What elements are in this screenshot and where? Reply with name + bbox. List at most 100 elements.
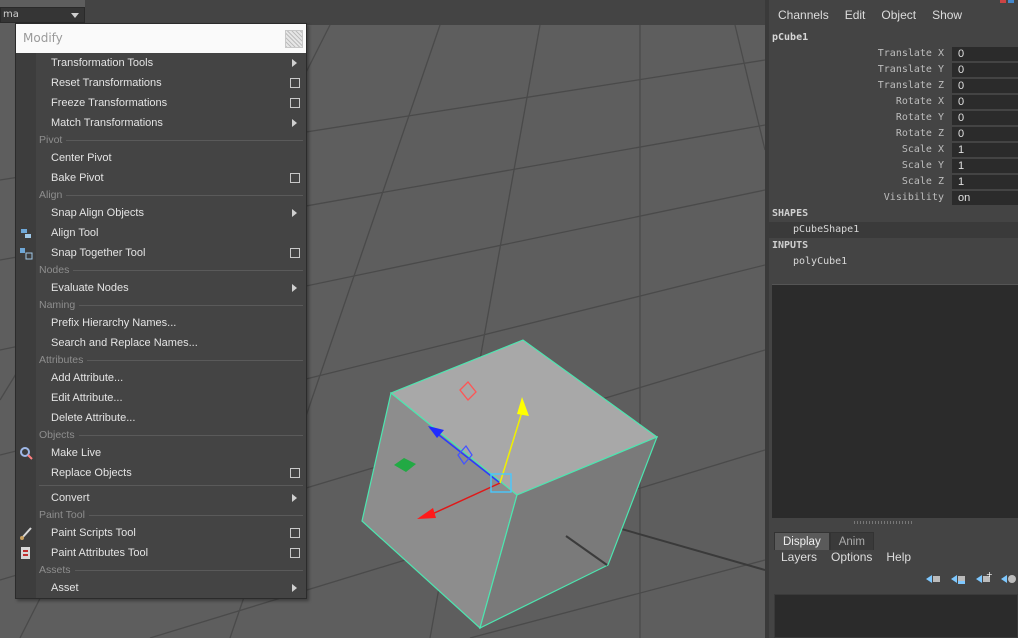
tab-display[interactable]: Display (774, 532, 830, 550)
submenu-arrow-icon (292, 119, 297, 127)
menu-layers[interactable]: Layers (781, 550, 817, 564)
attr-row-translate-x[interactable]: Translate X 0 (769, 46, 1018, 62)
attr-value-field[interactable]: 0 (952, 111, 1018, 125)
menu-section-label: Nodes (39, 264, 70, 276)
menu-item-label: Bake Pivot (51, 172, 104, 184)
submenu-arrow-icon (292, 209, 297, 217)
option-box-icon[interactable] (290, 173, 300, 183)
option-box-icon[interactable] (290, 78, 300, 88)
attr-row-scale-y[interactable]: Scale Y 1 (769, 158, 1018, 174)
attr-value-field[interactable]: 0 (952, 47, 1018, 61)
resize-grip[interactable] (854, 521, 914, 524)
attr-row-rotate-x[interactable]: Rotate X 0 (769, 94, 1018, 110)
attr-value-field[interactable]: 0 (952, 63, 1018, 77)
attr-value-field[interactable]: 1 (952, 143, 1018, 157)
menu-item-paint-scripts-tool[interactable]: Paint Scripts Tool (16, 523, 306, 543)
channel-box-empty-area (772, 284, 1018, 518)
cube-object[interactable] (361, 339, 659, 630)
menu-item-convert[interactable]: Convert (16, 488, 306, 508)
menu-item-snap-together-tool[interactable]: Snap Together Tool (16, 243, 306, 263)
attr-row-scale-x[interactable]: Scale X 1 (769, 142, 1018, 158)
attr-label[interactable]: Visibility (884, 192, 944, 203)
attr-label[interactable]: Scale X (902, 144, 944, 155)
new-layer-selected-icon[interactable] (999, 571, 1017, 585)
menu-item-freeze-transformations[interactable]: Freeze Transformations (16, 93, 306, 113)
menu-section-objects: Objects (16, 428, 306, 443)
menu-item-bake-pivot[interactable]: Bake Pivot (16, 168, 306, 188)
attr-row-rotate-y[interactable]: Rotate Y 0 (769, 110, 1018, 126)
option-box-icon[interactable] (290, 548, 300, 558)
menu-item-paint-attributes-tool[interactable]: Paint Attributes Tool (16, 543, 306, 563)
attr-value-field[interactable]: 0 (952, 127, 1018, 141)
menu-item-edit-attribute[interactable]: Edit Attribute... (16, 388, 306, 408)
attr-value-field[interactable]: on (952, 191, 1018, 205)
tab-anim[interactable]: Anim (829, 532, 874, 550)
attr-label[interactable]: Rotate X (896, 96, 944, 107)
menu-object[interactable]: Object (881, 8, 916, 22)
attr-label[interactable]: Rotate Y (896, 112, 944, 123)
new-layer-icon[interactable]: + (974, 570, 993, 585)
menu-item-replace-objects[interactable]: Replace Objects (16, 463, 306, 483)
menu-show[interactable]: Show (932, 8, 962, 22)
menu-item-asset[interactable]: Asset (16, 578, 306, 598)
attribute-list: Translate X 0 Translate Y 0 Translate Z 0 Rota… (769, 46, 1018, 206)
menu-item-label: Align Tool (51, 227, 99, 239)
menu-channels[interactable]: Channels (778, 8, 829, 22)
attr-label[interactable]: Translate X (878, 48, 944, 59)
option-box-icon[interactable] (290, 248, 300, 258)
attr-row-rotate-z[interactable]: Rotate Z 0 (769, 126, 1018, 142)
section-divider-line (89, 515, 303, 516)
menu-item-evaluate-nodes[interactable]: Evaluate Nodes (16, 278, 306, 298)
attr-label[interactable]: Translate Y (878, 64, 944, 75)
attr-row-translate-y[interactable]: Translate Y 0 (769, 62, 1018, 78)
input-node[interactable]: polyCube1 (769, 254, 1018, 270)
attr-value-field[interactable]: 0 (952, 95, 1018, 109)
option-box-icon[interactable] (290, 468, 300, 478)
option-box-icon[interactable] (290, 528, 300, 538)
object-name[interactable]: pCube1 (769, 30, 1018, 46)
menu-tear-off-header[interactable]: Modify (16, 24, 306, 53)
menu-item-label: Evaluate Nodes (51, 282, 129, 294)
submenu-arrow-icon (292, 584, 297, 592)
menu-item-prefix-hierarchy-names[interactable]: Prefix Hierarchy Names... (16, 313, 306, 333)
attr-row-scale-z[interactable]: Scale Z 1 (769, 174, 1018, 190)
menu-item-center-pivot[interactable]: Center Pivot (16, 148, 306, 168)
attr-label[interactable]: Scale Y (902, 160, 944, 171)
menu-item-label: Paint Scripts Tool (51, 527, 136, 539)
attr-label[interactable]: Rotate Z (896, 128, 944, 139)
move-layer-up-icon[interactable] (924, 571, 942, 585)
option-box-icon[interactable] (290, 98, 300, 108)
attr-label[interactable]: Translate Z (878, 80, 944, 91)
menu-item-search-and-replace-names[interactable]: Search and Replace Names... (16, 333, 306, 353)
menu-item-delete-attribute[interactable]: Delete Attribute... (16, 408, 306, 428)
camera-select[interactable]: ma (0, 7, 85, 23)
menu-section-label: Paint Tool (39, 509, 85, 521)
menu-item-align-tool[interactable]: Align Tool (16, 223, 306, 243)
shape-node[interactable]: pCubeShape1 (769, 222, 1018, 238)
menu-item-reset-transformations[interactable]: Reset Transformations (16, 73, 306, 93)
submenu-arrow-icon (292, 494, 297, 502)
menu-item-add-attribute[interactable]: Add Attribute... (16, 368, 306, 388)
attr-value-field[interactable]: 0 (952, 79, 1018, 93)
menu-item-label: Center Pivot (51, 152, 112, 164)
paint-attributes-icon (19, 546, 33, 560)
layer-list[interactable] (774, 594, 1018, 638)
viewport-toolbar-strip (85, 0, 765, 25)
menu-options[interactable]: Options (831, 550, 872, 564)
menu-item-snap-align-objects[interactable]: Snap Align Objects (16, 203, 306, 223)
menu-edit[interactable]: Edit (845, 8, 866, 22)
menu-item-label: Convert (51, 492, 90, 504)
attr-value-field[interactable]: 1 (952, 175, 1018, 189)
menu-item-make-live[interactable]: Make Live (16, 443, 306, 463)
attr-label[interactable]: Scale Z (902, 176, 944, 187)
menu-section-naming: Naming (16, 298, 306, 313)
menu-help[interactable]: Help (886, 550, 911, 564)
move-layer-down-icon[interactable] (949, 571, 967, 585)
menu-item-label: Add Attribute... (51, 372, 124, 384)
attr-row-translate-z[interactable]: Translate Z 0 (769, 78, 1018, 94)
tear-off-icon[interactable] (285, 30, 303, 48)
attr-value-field[interactable]: 1 (952, 159, 1018, 173)
menu-item-transformation-tools[interactable]: Transformation Tools (16, 53, 306, 73)
attr-row-visibility[interactable]: Visibility on (769, 190, 1018, 206)
menu-item-match-transformations[interactable]: Match Transformations (16, 113, 306, 133)
